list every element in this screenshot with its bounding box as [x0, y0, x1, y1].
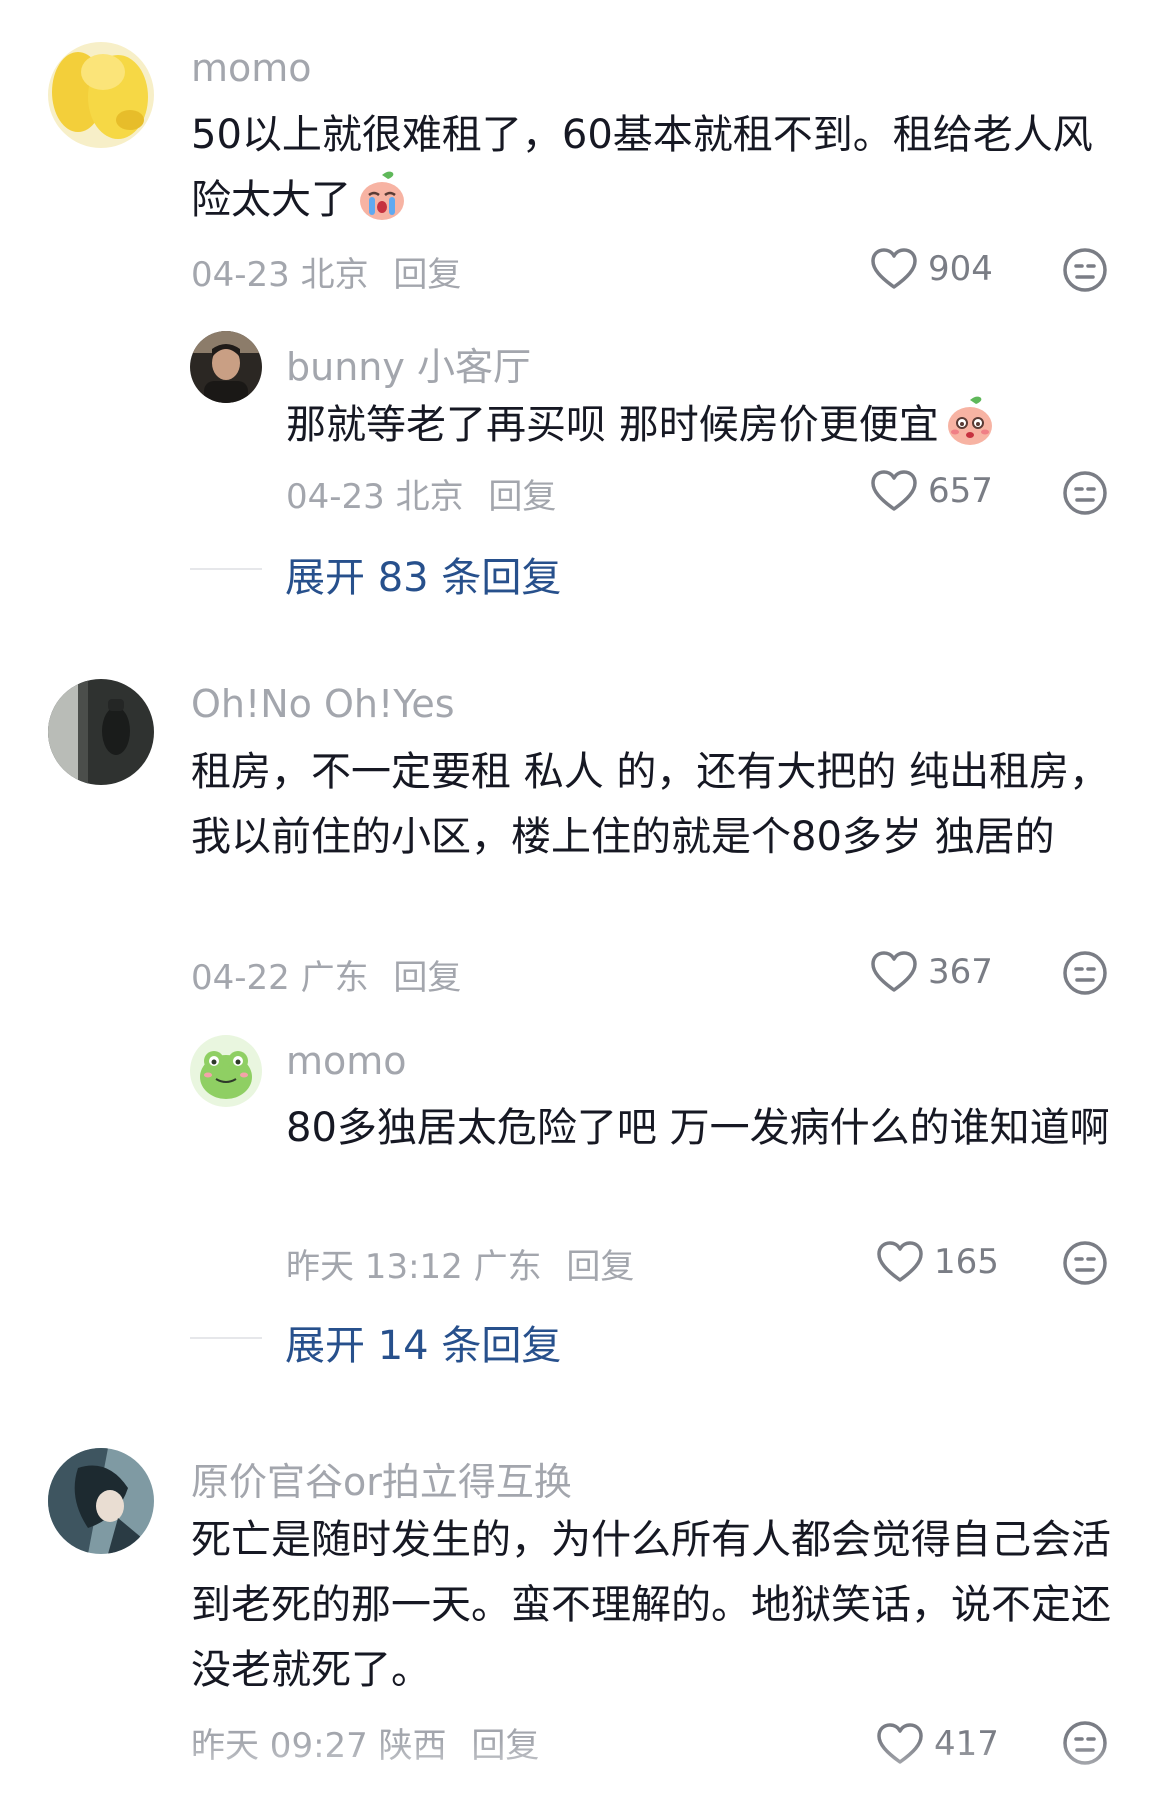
neutral-face-icon [1063, 1241, 1107, 1285]
neutral-face-icon [1063, 248, 1107, 292]
like-count: 904 [928, 249, 993, 289]
reply-button[interactable]: 回复 [393, 255, 461, 295]
like-count: 657 [928, 471, 993, 511]
reply-button[interactable]: 回复 [488, 477, 556, 517]
heart-icon [877, 1241, 923, 1282]
comment-location: 广东 [300, 958, 369, 998]
neutral-face-icon [1063, 951, 1107, 995]
dislike-button[interactable] [1062, 950, 1108, 996]
like-count: 367 [928, 952, 993, 992]
expand-replies-button[interactable]: 展开 14 条回复 [285, 1313, 561, 1371]
username[interactable]: momo [286, 1039, 407, 1083]
comment-text: 租房，不一定要租 私人 的，还有大把的 纯出租房，我以前住的小区，楼上住的就是个… [191, 749, 1110, 860]
comment-meta: 昨天 13:12 广东 回复 [286, 1239, 634, 1288]
comment-date: 04-23 [191, 255, 290, 295]
username[interactable]: 原价官谷or拍立得互换 [191, 1451, 572, 1506]
divider [190, 568, 262, 570]
expand-replies-button[interactable]: 展开 83 条回复 [285, 545, 561, 603]
username[interactable]: momo [191, 46, 312, 90]
shy-peach-emoji [943, 394, 997, 468]
comment-text: 那就等老了再买呗 那时候房价更便宜 [286, 393, 1126, 468]
comment-date: 04-23 [286, 477, 385, 517]
comment-location: 北京 [395, 477, 464, 517]
comment-meta: 04-23 北京 回复 [286, 469, 556, 518]
dislike-button[interactable] [1062, 470, 1108, 516]
neutral-face-icon [1063, 471, 1107, 515]
avatar[interactable] [48, 679, 154, 785]
reply-button[interactable]: 回复 [393, 958, 461, 998]
like-button[interactable]: 657 [870, 467, 1010, 515]
comment-text-content: 50以上就很难租了，60基本就租不到。租给老人风险太大了 [191, 112, 1093, 223]
comment-date: 昨天 13:12 [286, 1247, 463, 1287]
avatar[interactable] [190, 1035, 262, 1107]
username[interactable]: Oh!No Oh!Yes [191, 682, 455, 726]
comment-location: 广东 [473, 1247, 542, 1287]
comment-meta: 04-22 广东 回复 [191, 950, 461, 999]
comment-text-content: 那就等老了再买呗 那时候房价更便宜 [286, 402, 939, 448]
like-button[interactable]: 904 [870, 245, 1010, 293]
comment-location: 北京 [300, 255, 369, 295]
dislike-button[interactable] [1062, 247, 1108, 293]
reply-button[interactable]: 回复 [566, 1247, 634, 1287]
like-count: 165 [934, 1242, 999, 1282]
username[interactable]: bunny 小客厅 [286, 336, 531, 391]
comment-text: 80多独居太危险了吧 万一发病什么的谁知道啊 [286, 1105, 1110, 1151]
avatar[interactable] [48, 1448, 154, 1554]
heart-icon [871, 951, 917, 992]
like-button[interactable]: 165 [876, 1238, 1016, 1286]
dislike-button[interactable] [1062, 1240, 1108, 1286]
heart-icon [871, 470, 917, 511]
crying-peach-emoji [355, 169, 409, 243]
bottom-fade-overlay [0, 1740, 1170, 1811]
heart-icon [871, 248, 917, 289]
comment-text: 死亡是随时发生的，为什么所有人都会觉得自己会活到老死的那一天。蛮不理解的。地狱笑… [191, 1517, 1111, 1693]
comment-date: 04-22 [191, 958, 290, 998]
divider [190, 1337, 262, 1339]
avatar[interactable] [190, 331, 262, 403]
avatar[interactable] [48, 42, 154, 148]
comment-meta: 04-23 北京 回复 [191, 247, 461, 296]
like-button[interactable]: 367 [870, 948, 1010, 996]
comment-text: 50以上就很难租了，60基本就租不到。租给老人风险太大了 [191, 103, 1121, 243]
